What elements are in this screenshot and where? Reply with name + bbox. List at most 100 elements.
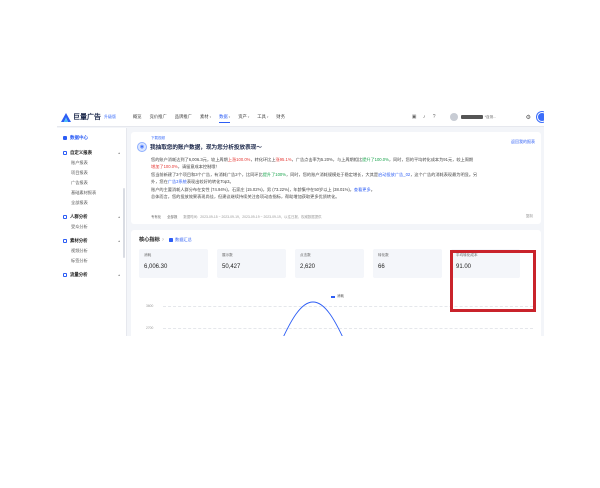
- gear-icon[interactable]: ⚙: [526, 114, 531, 121]
- insight-text: ，同时，您的账户消耗规模处于稳定增长，大其是: [285, 171, 379, 177]
- insight-text: 涨95.1%: [275, 157, 292, 162]
- ai-tag[interactable]: 下载视频: [151, 136, 535, 141]
- insight-text: 。: [370, 186, 375, 192]
- insight-text: ，请留意成本控制哦！: [177, 164, 220, 170]
- robot-icon: ◉: [137, 142, 147, 152]
- highlight-box: [450, 250, 536, 312]
- sidebar-group-label: 人群分析: [70, 214, 88, 219]
- sidebar-group-label: 流量分析: [70, 272, 88, 277]
- nav-item[interactable]: 财务: [276, 114, 285, 123]
- chevron-up-icon: ▴: [118, 273, 120, 277]
- nav-item-label: 品牌推广: [174, 114, 192, 119]
- edition-label: 升级版: [104, 114, 116, 119]
- insight-text: 您的账户消耗达到了6,006.3元，较上周期: [151, 157, 228, 162]
- sidebar-item[interactable]: 全部报表: [57, 198, 126, 208]
- bell-icon[interactable]: ♪: [422, 114, 427, 120]
- sidebar-item-data-center[interactable]: 数据中心: [57, 132, 126, 144]
- insight-text: ，这个广告的消耗表现最为明显。另: [410, 171, 478, 177]
- ai-insight-line: 账户的主要消耗人群分布在女性 (74.94%)，石家庄 (15.02%)，男 (…: [151, 186, 535, 193]
- consumption-line: [283, 301, 343, 336]
- ai-insight-line: 增加了100.0%，请留意成本控制哦！: [151, 163, 535, 170]
- help-icon[interactable]: ?: [432, 114, 437, 120]
- ai-insight-line: 您当前新建了3个项目和3个广告，有消耗广告2个，比同环比提升了100%，同时，您…: [151, 171, 535, 178]
- avatar: [449, 113, 458, 121]
- logo-text: 巨量广告: [73, 114, 101, 121]
- insight-text: 外，您在: [151, 179, 168, 185]
- insight-text: 上涨100.0%: [227, 157, 251, 162]
- sidebar-item[interactable]: 标签分析: [57, 256, 126, 266]
- group-icon: [63, 239, 67, 243]
- assistant-button[interactable]: [537, 112, 544, 122]
- feedback-like[interactable]: 专有化: [151, 214, 161, 219]
- insight-text: 增加了100.0%: [151, 164, 178, 170]
- insight-text: 总体而言，您的投放效果表现尚佳，但建议继续持续关注各项动态指标，帮助增加获取更多…: [151, 194, 340, 200]
- user-name-redacted: [460, 115, 483, 119]
- nav-item[interactable]: 资产▾: [238, 114, 249, 123]
- copy-button[interactable]: 复制: [526, 214, 533, 219]
- brand-logo[interactable]: 巨量广告 升级版: [61, 112, 116, 122]
- group-icon: [63, 273, 67, 277]
- back-to-reports-link[interactable]: 返回我的报表: [511, 139, 535, 145]
- insight-text: 提升了100%: [262, 171, 286, 177]
- chevron-up-icon: ▴: [118, 239, 120, 243]
- insight-text: 账户的主要消耗人群分布在女性 (74.94%)，: [151, 186, 232, 192]
- group-icon: [63, 215, 67, 219]
- logo-icon: [61, 112, 71, 122]
- insight-link[interactable]: 广告3系统: [168, 179, 187, 184]
- sidebar-item[interactable]: 基础素材报表: [57, 188, 126, 198]
- data-time-note: 数据时间：2023-09-15 ~ 2023-09-19，2023-09-19 …: [183, 215, 322, 219]
- insight-text: ，转化环比上: [250, 157, 276, 162]
- nav-item-label: 数据: [219, 114, 228, 119]
- chevron-down-icon: ▾: [266, 115, 269, 119]
- nav-item[interactable]: 素材▾: [200, 114, 211, 123]
- sidebar-group-label: 素材分析: [70, 238, 88, 243]
- sidebar-group[interactable]: 素材分析 ▴: [57, 236, 126, 246]
- insight-text: 提升了100.0%: [362, 157, 389, 162]
- ai-title: 我抽取您的账户数据，现为您分析投放表现～: [150, 145, 262, 151]
- sidebar-top-label: 数据中心: [70, 135, 88, 140]
- nav-item[interactable]: 概览: [133, 114, 142, 123]
- sidebar-item[interactable]: 受众分析: [57, 222, 126, 232]
- sidebar-group[interactable]: 流量分析 ▴: [57, 270, 126, 280]
- bag-icon[interactable]: ▣: [412, 114, 417, 120]
- insight-text: 表现出较好的转化Top3。: [186, 179, 234, 185]
- sidebar-item[interactable]: 项目报表: [57, 168, 126, 178]
- sidebar-group[interactable]: 人群分析 ▴: [57, 212, 126, 222]
- insight-text: ，同时，您的平均转化成本为91元，较上周期: [388, 157, 474, 162]
- insight-text: (15.02%)，: [244, 186, 267, 192]
- ai-analysis-panel: 下载视频 ◉ 我抽取您的账户数据，现为您分析投放表现～ 返回我的报表 您的账户消…: [131, 132, 541, 224]
- insight-text: 您当前新建了3个项目和3个广告，有消耗广告2个，比同环比: [151, 171, 263, 177]
- top-bar: 巨量广告 升级版 概览 竞价推广 品牌推广 素材▾ 数据▾ 资产▾ 工具▾ 财务 ▣ ♪ ? …: [57, 107, 544, 127]
- ai-insight-line: 您的账户消耗达到了6,006.3元，较上周期上涨100.0%，转化环比上涨95.…: [151, 156, 535, 163]
- chevron-up-icon: ▴: [118, 151, 120, 155]
- nav-item-label: 资产: [238, 114, 247, 119]
- nav-item-label: 素材: [199, 114, 209, 119]
- ai-footer: 专有化 全部报 数据时间：2023-09-15 ~ 2023-09-19，202…: [151, 214, 327, 219]
- sidebar-item[interactable]: 广告报表: [57, 178, 126, 188]
- nav-item[interactable]: 竞价推广: [150, 114, 167, 123]
- nav-item[interactable]: 工具▾: [257, 114, 268, 123]
- insight-link[interactable]: 查看更多: [354, 187, 371, 192]
- ai-insights-list: 您的账户消耗达到了6,006.3元，较上周期上涨100.0%，转化环比上涨95.…: [137, 156, 535, 200]
- nav-item[interactable]: 数据▾: [219, 114, 231, 123]
- user-menu[interactable]: *自测...: [449, 112, 512, 122]
- sidebar-group-label: 自定义报表: [70, 150, 92, 155]
- nav-item-label: 工具: [257, 114, 266, 119]
- insight-text: 石家庄: [231, 186, 245, 192]
- chevron-down-icon: ▾: [209, 115, 212, 119]
- sidebar-group[interactable]: 自定义报表 ▴: [57, 148, 126, 158]
- sidebar-item[interactable]: 视频分析: [57, 246, 126, 256]
- user-account: *自测...: [484, 114, 496, 119]
- nav-item-label: 竞价推广: [149, 114, 167, 119]
- ai-insight-line: 外，您在广告3系统表现出较好的转化Top3。: [151, 178, 535, 185]
- ai-insight-line: 总体而言，您的投放效果表现尚佳，但建议继续持续关注各项动态指标，帮助增加获取更多…: [151, 193, 535, 200]
- sidebar-item[interactable]: 账户报表: [57, 158, 126, 168]
- insight-text: 男 (73.22%)，年龄集中在50岁以上 (38.01%)，: [266, 186, 354, 192]
- main-nav: 概览 竞价推广 品牌推广 素材▾ 数据▾ 资产▾ 工具▾ 财务: [133, 114, 293, 123]
- nav-item[interactable]: 品牌推广: [175, 114, 192, 123]
- chevron-up-icon: ▴: [118, 215, 120, 219]
- feedback-dislike[interactable]: 全部报: [167, 214, 177, 219]
- insight-link[interactable]: 启动投放广告_02: [378, 172, 410, 177]
- nav-item-label: 概览: [133, 114, 142, 119]
- sidebar-scrollbar[interactable]: [123, 188, 125, 258]
